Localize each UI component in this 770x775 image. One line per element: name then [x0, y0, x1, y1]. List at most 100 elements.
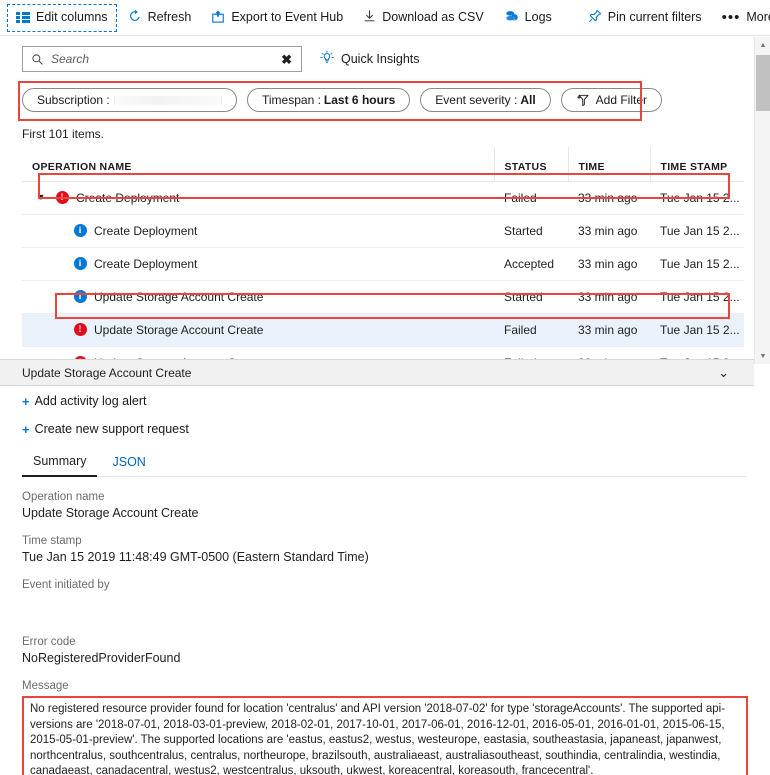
table-row[interactable]: i Create Deployment Accepted 33 min ago … [22, 247, 744, 281]
add-filter-label: Add Filter [595, 93, 648, 107]
refresh-icon [128, 9, 142, 26]
create-support-request-label: Create new support request [34, 422, 189, 436]
search-icon [31, 53, 44, 66]
add-activity-log-alert-button[interactable]: + Add activity log alert [0, 387, 770, 415]
create-new-support-request-button[interactable]: + Create new support request [0, 415, 770, 443]
cell-status: Failed [494, 181, 568, 215]
more-button[interactable]: ••• More [712, 3, 770, 33]
tab-summary[interactable]: Summary [22, 450, 98, 477]
items-count-text: First 101 items. [22, 127, 105, 141]
field-label-operation-name: Operation name [22, 491, 105, 503]
cell-time-stamp: Tue Jan 15 2... [650, 313, 744, 347]
filter-timespan-label: Timespan : [262, 93, 321, 107]
field-label-event-initiated-by: Event initiated by [22, 579, 110, 591]
cell-status: Started [494, 280, 568, 314]
cell-status: Failed [494, 313, 568, 347]
table-header-row: OPERATION NAME STATUS TIME TIME STAMP [22, 147, 744, 182]
table-row[interactable]: i Update Storage Account Create Started … [22, 280, 744, 314]
scroll-up-icon[interactable]: ▲ [755, 37, 770, 53]
operation-name-text: Update Storage Account Create [94, 322, 264, 337]
logs-label: Logs [524, 10, 552, 25]
add-activity-log-alert-label: Add activity log alert [34, 394, 147, 408]
details-fields: Operation name Update Storage Account Cr… [0, 477, 770, 692]
activity-log-table-wrap: OPERATION NAME STATUS TIME TIME STAMP ▼ … [0, 147, 770, 380]
edit-columns-label: Edit columns [36, 10, 108, 25]
severity-icon-wrap: i [68, 224, 92, 237]
download-as-csv-button[interactable]: Download as CSV [353, 3, 493, 33]
cell-time-stamp: Tue Jan 15 2... [650, 181, 744, 215]
error-icon: ! [55, 191, 69, 204]
cell-operation-name: ! Update Storage Account Create [22, 313, 494, 347]
activity-log-page: Edit columns Refresh Export to Event Hub… [0, 0, 770, 775]
field-label-error-code: Error code [22, 636, 76, 648]
table-scrollbar[interactable]: ▲ ▼ [754, 37, 770, 364]
filter-timespan-value: Last 6 hours [323, 93, 396, 107]
operation-name-text: Create Deployment [94, 256, 198, 271]
lightbulb-icon [320, 50, 334, 68]
field-value-time-stamp: Tue Jan 15 2019 11:48:49 GMT-0500 (Easte… [22, 550, 369, 564]
export-to-event-hub-button[interactable]: Export to Event Hub [201, 3, 353, 33]
severity-icon-wrap: i [68, 290, 92, 303]
clear-search-icon[interactable]: ✖ [278, 53, 295, 66]
operation-name-text: Update Storage Account Create [94, 289, 264, 304]
operation-name-text: Create Deployment [94, 223, 198, 238]
logs-icon: L [504, 9, 519, 26]
filter-pill-subscription[interactable]: Subscription : [22, 88, 237, 112]
search-input[interactable] [44, 51, 279, 67]
edit-columns-button[interactable]: Edit columns [6, 3, 118, 33]
column-header-operation-name[interactable]: OPERATION NAME [22, 147, 495, 182]
filter-subscription-label: Subscription : [37, 93, 110, 107]
search-box[interactable]: ✖ [22, 46, 302, 72]
export-to-event-hub-label: Export to Event Hub [231, 10, 344, 25]
operation-name-text: Create Deployment [76, 190, 180, 205]
column-header-time[interactable]: TIME [568, 147, 651, 182]
command-toolbar: Edit columns Refresh Export to Event Hub… [0, 0, 770, 36]
pin-current-filters-label: Pin current filters [607, 10, 702, 25]
chevron-down-icon[interactable]: ⌄ [718, 365, 729, 381]
field-label-time-stamp: Time stamp [22, 535, 82, 547]
severity-icon-wrap: ! [50, 191, 74, 204]
details-panel-header[interactable]: Update Storage Account Create ⌄ [0, 359, 754, 386]
filter-pill-event-severity[interactable]: Event severity : All [420, 88, 551, 112]
field-value-message: No registered resource provider found fo… [22, 696, 748, 775]
quick-insights-button[interactable]: Quick Insights [320, 50, 420, 68]
table-row[interactable]: i Create Deployment Started 33 min ago T… [22, 214, 744, 248]
cell-time: 33 min ago [568, 280, 650, 314]
table-row[interactable]: ▼ ! Create Deployment Failed 33 min ago … [22, 181, 744, 215]
download-as-csv-label: Download as CSV [382, 10, 484, 25]
field-value-event-initiated-by [22, 594, 770, 610]
severity-icon-wrap: ! [68, 323, 92, 336]
refresh-button[interactable]: Refresh [118, 3, 202, 33]
quick-insights-label: Quick Insights [341, 52, 420, 66]
refresh-label: Refresh [147, 10, 192, 25]
expand-collapse-caret-icon[interactable]: ▼ [32, 193, 50, 202]
scroll-down-icon[interactable]: ▼ [755, 348, 770, 364]
activity-log-table: OPERATION NAME STATUS TIME TIME STAMP ▼ … [22, 147, 744, 380]
error-icon: ! [73, 323, 87, 336]
cell-operation-name: i Create Deployment [22, 247, 494, 281]
field-value-operation-name: Update Storage Account Create [22, 506, 199, 520]
column-header-time-stamp[interactable]: TIME STAMP [650, 147, 744, 182]
cell-operation-name: i Update Storage Account Create [22, 280, 494, 314]
cell-time: 33 min ago [568, 247, 650, 281]
filter-pill-timespan[interactable]: Timespan : Last 6 hours [247, 88, 411, 112]
pin-current-filters-button[interactable]: Pin current filters [578, 3, 712, 33]
pin-icon [588, 9, 602, 26]
tab-json[interactable]: JSON [101, 451, 156, 476]
add-filter-button[interactable]: Add Filter [560, 88, 663, 112]
cell-time-stamp: Tue Jan 15 2... [650, 214, 744, 248]
field-value-error-code: NoRegisteredProviderFound [22, 651, 181, 665]
scrollbar-thumb[interactable] [756, 55, 770, 111]
filter-severity-label: Event severity : [435, 93, 518, 107]
details-tabs: Summary JSON [22, 450, 746, 477]
cell-time: 33 min ago [568, 313, 650, 347]
info-icon: i [73, 224, 87, 237]
filter-severity-value: All [520, 93, 536, 107]
cell-status: Started [494, 214, 568, 248]
cell-operation-name: ▼ ! Create Deployment [22, 181, 494, 215]
logs-button[interactable]: L Logs [494, 3, 562, 33]
column-header-status[interactable]: STATUS [494, 147, 569, 182]
info-icon: i [73, 290, 87, 303]
table-row-selected[interactable]: ! Update Storage Account Create Failed 3… [22, 313, 744, 347]
info-icon: i [73, 257, 87, 270]
